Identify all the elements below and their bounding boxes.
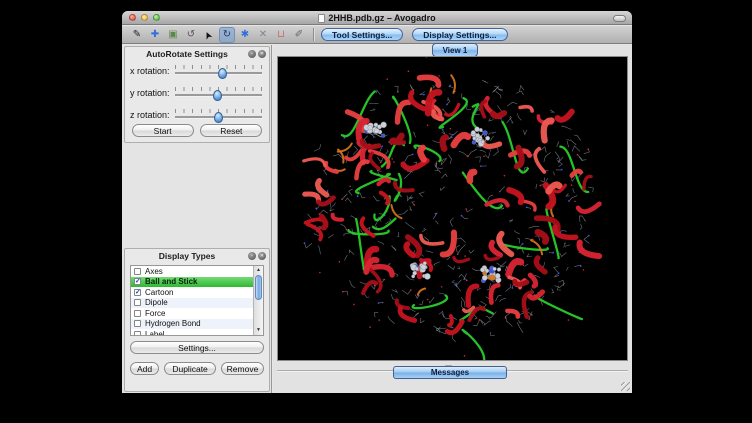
display-types-panel-title: Display Types xyxy=(128,251,246,261)
checkbox-cartoon[interactable]: ✓ xyxy=(134,289,141,296)
molecule-viewport[interactable] xyxy=(277,56,628,361)
x-rotation-label: x rotation: xyxy=(130,66,170,76)
checkbox-hydrogen-bond[interactable] xyxy=(134,320,141,327)
measure-icon: ✕ xyxy=(259,30,267,40)
molecule-render xyxy=(278,57,627,360)
display-type-hydrogen-bond[interactable]: Hydrogen Bond xyxy=(131,319,263,330)
display-type-cartoon[interactable]: ✓ Cartoon xyxy=(131,287,263,298)
view-area: View 1 Messages xyxy=(273,45,632,393)
add-button[interactable]: Add xyxy=(130,362,159,375)
checkbox-force[interactable] xyxy=(134,310,141,317)
tool-buttons-group: ✎ ✚ ▣ ↺ ➤ ↻ ✱ ✕ ⊔ ✐ xyxy=(129,27,309,43)
measure-tool-button[interactable]: ✕ xyxy=(255,27,271,43)
float-panel-icon[interactable]: ▫ xyxy=(248,50,256,58)
draw-tool-button[interactable]: ✎ xyxy=(129,27,145,43)
display-type-label: Dipole xyxy=(145,298,168,307)
scroll-up-icon[interactable]: ▲ xyxy=(254,266,263,275)
left-dock: AutoRotate Settings ▫ ✕ x rotation: y rot… xyxy=(122,45,272,393)
resize-grip[interactable] xyxy=(621,382,630,391)
x-rotation-row: x rotation: xyxy=(125,60,269,82)
scroll-down-icon[interactable]: ▼ xyxy=(254,326,263,335)
display-type-label: Hydrogen Bond xyxy=(145,319,201,328)
title-bar[interactable]: 2HHB.pdb.gz – Avogadro xyxy=(122,11,632,25)
zoom-window-button[interactable] xyxy=(153,14,160,21)
display-type-label: Label xyxy=(145,330,165,336)
align-tool-button[interactable]: ⊔ xyxy=(273,27,289,43)
selection-tool-button[interactable]: ➤ xyxy=(201,27,217,43)
display-type-label: Ball and Stick xyxy=(145,277,197,286)
tool-settings-button[interactable]: Tool Settings... xyxy=(321,28,403,41)
display-types-panel-header[interactable]: Display Types ▫ ✕ xyxy=(125,249,269,262)
autorotate-panel-title: AutoRotate Settings xyxy=(128,49,246,59)
bond-centric-tool-button[interactable]: ▣ xyxy=(165,27,181,43)
y-rotation-slider-thumb[interactable] xyxy=(213,90,222,101)
autorotate-panel-header[interactable]: AutoRotate Settings ▫ ✕ xyxy=(125,47,269,60)
z-rotation-label: z rotation: xyxy=(130,110,170,120)
bond-centric-icon: ▣ xyxy=(168,30,177,40)
display-type-label: Force xyxy=(145,309,165,318)
align-icon: ⊔ xyxy=(277,30,285,40)
auto-rotate-tool-button[interactable]: ↻ xyxy=(219,27,235,43)
selection-icon: ➤ xyxy=(203,29,216,41)
messages-button[interactable]: Messages xyxy=(393,366,507,379)
zmatrix-icon: ✐ xyxy=(295,30,303,40)
draw-icon: ✎ xyxy=(133,30,141,40)
float-panel-icon[interactable]: ▫ xyxy=(248,252,256,260)
y-rotation-row: y rotation: xyxy=(125,82,269,104)
reset-button[interactable]: Reset xyxy=(200,124,262,137)
display-types-rows: Axes ✓ Ball and Stick ✓ CartoonDipole ForceHy… xyxy=(131,266,263,336)
close-window-button[interactable] xyxy=(129,14,136,21)
checkbox-dipole[interactable] xyxy=(134,299,141,306)
display-type-axes[interactable]: Axes xyxy=(131,266,263,277)
close-panel-icon[interactable]: ✕ xyxy=(258,252,266,260)
y-rotation-label: y rotation: xyxy=(130,88,170,98)
auto-optimize-tool-button[interactable]: ✱ xyxy=(237,27,253,43)
manipulate-tool-button[interactable]: ↺ xyxy=(183,27,199,43)
z-rotation-row: z rotation: xyxy=(125,104,269,126)
remove-button[interactable]: Remove xyxy=(221,362,264,375)
auto-rotate-icon: ↻ xyxy=(223,30,231,40)
manipulate-icon: ↺ xyxy=(187,30,195,40)
display-settings-button[interactable]: Display Settings... xyxy=(412,28,507,41)
minimize-window-button[interactable] xyxy=(141,14,148,21)
display-type-settings-button[interactable]: Settings... xyxy=(130,341,264,354)
document-proxy-icon xyxy=(318,14,325,23)
tab-view-1[interactable]: View 1 xyxy=(432,43,478,57)
display-type-label[interactable]: Label xyxy=(131,329,263,336)
display-type-force[interactable]: Force xyxy=(131,308,263,319)
duplicate-button[interactable]: Duplicate xyxy=(164,362,216,375)
window-title: 2HHB.pdb.gz – Avogadro xyxy=(328,13,435,23)
toolbar-toggle-button[interactable] xyxy=(613,15,626,22)
x-rotation-ticks xyxy=(175,65,262,69)
rotation-sliders: x rotation: y rotation: z rotation: xyxy=(125,60,269,126)
zmatrix-tool-button[interactable]: ✐ xyxy=(291,27,307,43)
auto-optimize-icon: ✱ xyxy=(241,30,249,40)
navigate-icon: ✚ xyxy=(151,30,159,40)
display-type-dipole[interactable]: Dipole xyxy=(131,298,263,309)
z-rotation-slider-thumb[interactable] xyxy=(214,112,223,123)
display-types-list: Axes ✓ Ball and Stick ✓ CartoonDipole ForceHy… xyxy=(130,265,264,336)
display-type-ball-and-stick[interactable]: ✓ Ball and Stick xyxy=(131,277,263,288)
display-types-panel: Display Types ▫ ✕ Axes ✓ Ball and Stick ✓ Ca… xyxy=(124,248,270,392)
navigate-tool-button[interactable]: ✚ xyxy=(147,27,163,43)
scrollbar-thumb[interactable] xyxy=(255,275,262,300)
checkbox-label[interactable] xyxy=(134,331,141,336)
close-panel-icon[interactable]: ✕ xyxy=(258,50,266,58)
autorotate-buttons: Start Reset xyxy=(125,124,269,137)
display-type-label: Cartoon xyxy=(145,288,173,297)
start-button[interactable]: Start xyxy=(132,124,194,137)
toolbar-separator xyxy=(313,28,314,41)
avogadro-window: 2HHB.pdb.gz – Avogadro ✎ ✚ ▣ ↺ ➤ ↻ ✱ ✕ ⊔ ✐ Tool S… xyxy=(122,11,632,393)
title-wrap: 2HHB.pdb.gz – Avogadro xyxy=(182,11,572,25)
display-types-actions: Add Duplicate Remove xyxy=(130,362,264,375)
checkbox-axes[interactable] xyxy=(134,268,141,275)
screenshot-stage: 2HHB.pdb.gz – Avogadro ✎ ✚ ▣ ↺ ➤ ↻ ✱ ✕ ⊔ ✐ Tool S… xyxy=(0,0,752,423)
display-type-label: Axes xyxy=(145,267,163,276)
window-controls xyxy=(129,14,160,21)
checkbox-ball-and-stick[interactable]: ✓ xyxy=(134,278,141,285)
toolbar: ✎ ✚ ▣ ↺ ➤ ↻ ✱ ✕ ⊔ ✐ Tool Settings... Display Sett… xyxy=(122,26,632,44)
x-rotation-slider-thumb[interactable] xyxy=(218,68,227,79)
autorotate-settings-panel: AutoRotate Settings ▫ ✕ x rotation: y rot… xyxy=(124,46,270,143)
list-scrollbar[interactable]: ▲ ▼ xyxy=(253,266,263,335)
